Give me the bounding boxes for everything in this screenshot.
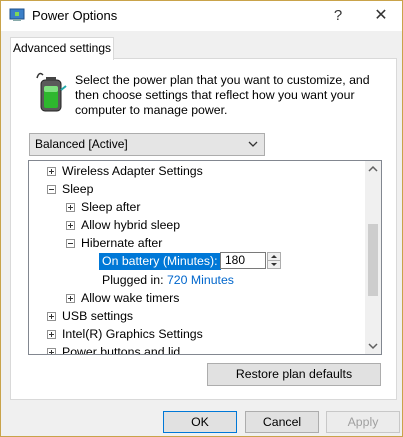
tree-item-hibernate-after[interactable]: Hibernate after	[29, 234, 359, 252]
plugged-in-label: Plugged in:	[102, 273, 164, 287]
tree-item-sleep[interactable]: Sleep	[29, 180, 359, 198]
power-options-window: Power Options ? ✕ Advanced settings Sele…	[0, 0, 403, 437]
tree-item-allow-wake-timers[interactable]: Allow wake timers	[29, 289, 359, 307]
spin-down-icon[interactable]	[268, 261, 280, 268]
expand-plus-icon[interactable]	[47, 312, 56, 321]
tree-scrollbar[interactable]	[365, 161, 381, 354]
cancel-button[interactable]: Cancel	[245, 411, 319, 433]
tree-item-intel-graphics[interactable]: Intel(R) Graphics Settings	[29, 325, 359, 343]
tree-item-wireless-adapter[interactable]: Wireless Adapter Settings	[29, 162, 359, 180]
plugged-in-value[interactable]: 720 Minutes	[167, 273, 234, 287]
expand-plus-icon[interactable]	[47, 348, 56, 354]
power-options-icon	[9, 8, 25, 21]
help-button[interactable]: ?	[327, 5, 349, 27]
power-plan-select[interactable]: Balanced [Active]	[29, 133, 265, 156]
tree-item-sleep-after[interactable]: Sleep after	[29, 198, 359, 216]
close-button[interactable]: ✕	[369, 5, 393, 27]
apply-button[interactable]: Apply	[326, 411, 400, 433]
scroll-up-icon[interactable]	[365, 161, 381, 177]
battery-icon	[36, 72, 67, 112]
title-bar[interactable]: Power Options ? ✕	[1, 1, 402, 31]
description-text: Select the power plan that you want to c…	[75, 73, 370, 117]
scroll-thumb[interactable]	[368, 224, 378, 296]
plugged-in-setting[interactable]: Plugged in: 720 Minutes	[102, 271, 234, 289]
tab-advanced-settings[interactable]: Advanced settings	[10, 37, 114, 60]
power-plan-value: Balanced [Active]	[35, 137, 128, 151]
window-title: Power Options	[32, 8, 118, 23]
expand-plus-icon[interactable]	[66, 294, 75, 303]
on-battery-label[interactable]: On battery (Minutes):	[99, 253, 221, 270]
advanced-settings-panel: Select the power plan that you want to c…	[10, 58, 397, 400]
on-battery-minutes-input[interactable]	[220, 252, 266, 269]
expand-plus-icon[interactable]	[66, 221, 75, 230]
settings-tree[interactable]: Wireless Adapter Settings Sleep Sleep af…	[28, 160, 382, 355]
tree-item-usb-settings[interactable]: USB settings	[29, 307, 359, 325]
collapse-minus-icon[interactable]	[47, 185, 56, 194]
chevron-down-icon	[248, 141, 258, 147]
spin-up-icon[interactable]	[268, 253, 280, 261]
ok-button[interactable]: OK	[163, 411, 237, 433]
scroll-down-icon[interactable]	[365, 338, 381, 354]
collapse-minus-icon[interactable]	[66, 239, 75, 248]
tree-item-allow-hybrid-sleep[interactable]: Allow hybrid sleep	[29, 216, 359, 234]
expand-plus-icon[interactable]	[47, 167, 56, 176]
tree-item-power-buttons-lid[interactable]: Power buttons and lid	[29, 343, 359, 354]
minutes-spinner[interactable]	[267, 252, 281, 269]
restore-plan-defaults-button[interactable]: Restore plan defaults	[207, 363, 381, 386]
expand-plus-icon[interactable]	[66, 203, 75, 212]
expand-plus-icon[interactable]	[47, 330, 56, 339]
